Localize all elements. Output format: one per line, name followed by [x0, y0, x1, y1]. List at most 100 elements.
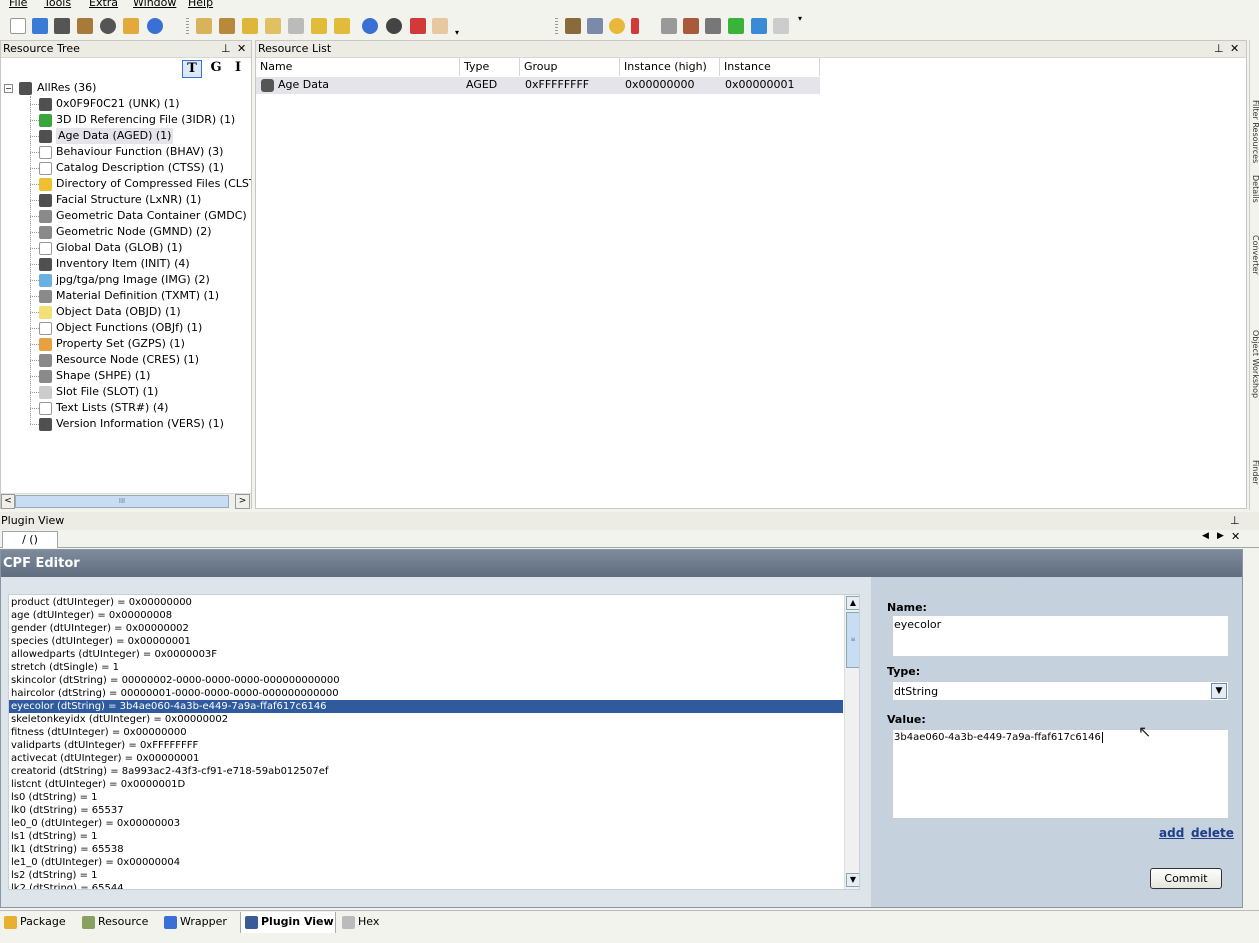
view-type-button[interactable]: T: [182, 60, 202, 78]
bottom-tab-plugin-view[interactable]: Plugin View: [240, 912, 336, 933]
list-item[interactable]: product (dtUInteger) = 0x00000000: [9, 596, 843, 609]
tree-horizontal-scrollbar[interactable]: < III >: [1, 493, 251, 509]
plugin-tab[interactable]: / (): [2, 531, 58, 548]
close-package-icon[interactable]: [100, 18, 116, 34]
list-item[interactable]: listcnt (dtUInteger) = 0x0000001D: [9, 778, 843, 791]
bottom-tab-hex[interactable]: Hex: [338, 912, 388, 933]
web-icon[interactable]: [147, 18, 163, 34]
bookmark-icon[interactable]: [631, 18, 639, 34]
tree-item[interactable]: Shape (SHPE) (1): [1, 368, 251, 384]
list-item[interactable]: activecat (dtUInteger) = 0x00000001: [9, 752, 843, 765]
tools-red-icon[interactable]: [410, 18, 426, 34]
people-icon[interactable]: [751, 18, 767, 34]
hood-icon[interactable]: [609, 18, 625, 34]
person-gray-icon[interactable]: [773, 18, 789, 34]
list-item[interactable]: allowedparts (dtUInteger) = 0x0000003F: [9, 648, 843, 661]
tree-item[interactable]: Version Information (VERS) (1): [1, 416, 251, 432]
column-header-instance-high[interactable]: Instance (high): [620, 58, 720, 76]
view-group-button[interactable]: G: [206, 60, 226, 78]
list-item[interactable]: age (dtUInteger) = 0x00000008: [9, 609, 843, 622]
tab-next-icon[interactable]: ▶: [1217, 531, 1224, 541]
column-header-type[interactable]: Type: [460, 58, 520, 76]
save-tool-icon[interactable]: [219, 18, 235, 34]
list-item[interactable]: gender (dtUInteger) = 0x00000002: [9, 622, 843, 635]
tree-item[interactable]: Facial Structure (LxNR) (1): [1, 192, 251, 208]
tree-item[interactable]: Directory of Compressed Files (CLST) (1): [1, 176, 251, 192]
close-icon[interactable]: ✕: [1231, 530, 1240, 543]
list-item[interactable]: ls0 (dtString) = 1: [9, 791, 843, 804]
list-item[interactable]: validparts (dtUInteger) = 0xFFFFFFFF: [9, 739, 843, 752]
chevron-down-icon[interactable]: ▼: [1211, 683, 1227, 699]
recycle-icon[interactable]: [728, 18, 744, 34]
dock-tab-filter[interactable]: Filter Resources: [1251, 100, 1259, 163]
dock-tab-object-workshop[interactable]: Object Workshop: [1251, 330, 1259, 398]
add-link[interactable]: add: [1159, 826, 1184, 840]
tree-item[interactable]: Object Functions (OBJf) (1): [1, 320, 251, 336]
dock-tab-details[interactable]: Details: [1251, 175, 1259, 203]
note-icon[interactable]: [311, 18, 327, 34]
scroll-down-icon[interactable]: ▼: [846, 873, 859, 887]
cpf-item-list[interactable]: product (dtUInteger) = 0x00000000 age (dt…: [8, 594, 860, 890]
tree-item[interactable]: Catalog Description (CTSS) (1): [1, 160, 251, 176]
column-header-name[interactable]: Name: [256, 58, 460, 76]
tree-item[interactable]: Resource Node (CRES) (1): [1, 352, 251, 368]
scissors-icon[interactable]: [661, 18, 677, 34]
scroll-right-icon[interactable]: >: [235, 494, 250, 509]
pin-icon[interactable]: ⊥: [1214, 41, 1224, 57]
list-item[interactable]: creatorid (dtString) = 8a993ac2-43f3-cf9…: [9, 765, 843, 778]
scroll-up-icon[interactable]: ▲: [846, 596, 859, 610]
collapse-icon[interactable]: −: [4, 84, 13, 93]
menu-window[interactable]: Window: [133, 0, 176, 9]
eraser-icon[interactable]: [432, 18, 448, 34]
table-row[interactable]: Age Data AGED 0xFFFFFFFF 0x00000000 0x00…: [256, 77, 820, 94]
list-item[interactable]: eyecolor (dtString) = 3b4ae060-4a3b-e449…: [9, 700, 843, 713]
toolbar-grip-2[interactable]: [555, 18, 558, 34]
column-header-group[interactable]: Group: [520, 58, 620, 76]
folder-tool-icon[interactable]: [196, 18, 212, 34]
bottom-tab-resource[interactable]: Resource: [78, 912, 158, 933]
type-select[interactable]: dtString ▼: [892, 681, 1229, 701]
list-item[interactable]: skincolor (dtString) = 00000002-0000-000…: [9, 674, 843, 687]
menu-file[interactable]: File: [9, 0, 27, 9]
comment-icon[interactable]: [288, 18, 304, 34]
name-field[interactable]: eyecolor: [892, 615, 1229, 657]
column-header-instance[interactable]: Instance: [720, 58, 820, 76]
scan-icon[interactable]: [587, 18, 603, 34]
list-item[interactable]: haircolor (dtString) = 00000001-0000-000…: [9, 687, 843, 700]
value-field[interactable]: 3b4ae060-4a3b-e449-7a9a-ffaf617c6146: [892, 729, 1229, 819]
bottom-tab-wrapper[interactable]: Wrapper: [160, 912, 238, 933]
tree-item[interactable]: Inventory Item (INIT) (4): [1, 256, 251, 272]
users-icon[interactable]: [123, 18, 139, 34]
delete-resource-icon[interactable]: [265, 18, 281, 34]
list-item[interactable]: lk0 (dtString) = 65537: [9, 804, 843, 817]
tree-item[interactable]: Text Lists (STR#) (4): [1, 400, 251, 416]
list-item[interactable]: skeletonkeyidx (dtUInteger) = 0x00000002: [9, 713, 843, 726]
neighborhood-icon[interactable]: [683, 18, 699, 34]
open-icon[interactable]: [32, 18, 48, 34]
tree-item[interactable]: Behaviour Function (BHAV) (3): [1, 144, 251, 160]
scroll-left-icon[interactable]: <: [1, 494, 15, 509]
bomb-icon[interactable]: [386, 18, 402, 34]
commit-button[interactable]: Commit: [1150, 868, 1222, 889]
list-item[interactable]: ls2 (dtString) = 1: [9, 869, 843, 882]
tree-item[interactable]: 0x0F9F0C21 (UNK) (1): [1, 96, 251, 112]
close-icon[interactable]: ✕: [1230, 41, 1239, 57]
toolbar-grip[interactable]: [186, 18, 189, 34]
new-file-icon[interactable]: [10, 18, 26, 34]
list-item[interactable]: species (dtUInteger) = 0x00000001: [9, 635, 843, 648]
note-edit-icon[interactable]: [334, 18, 350, 34]
list-item[interactable]: stretch (dtSingle) = 1: [9, 661, 843, 674]
list-item[interactable]: le0_0 (dtUInteger) = 0x00000003: [9, 817, 843, 830]
menu-help[interactable]: Help: [188, 0, 213, 9]
close-icon[interactable]: ✕: [237, 41, 246, 57]
tree-item[interactable]: Property Set (GZPS) (1): [1, 336, 251, 352]
list-item[interactable]: ls1 (dtString) = 1: [9, 830, 843, 843]
refresh-icon[interactable]: [362, 18, 378, 34]
cpf-list-scrollbar[interactable]: ▲ ≡ ▼: [844, 595, 859, 889]
toolbar-overflow-icon[interactable]: ▾: [455, 28, 459, 37]
pin-icon[interactable]: ⊥: [221, 41, 231, 57]
package-tool-icon[interactable]: [565, 18, 581, 34]
tree-item[interactable]: Material Definition (TXMT) (1): [1, 288, 251, 304]
menu-extra[interactable]: Extra: [89, 0, 118, 9]
dock-tab-converter[interactable]: Converter: [1251, 235, 1259, 275]
